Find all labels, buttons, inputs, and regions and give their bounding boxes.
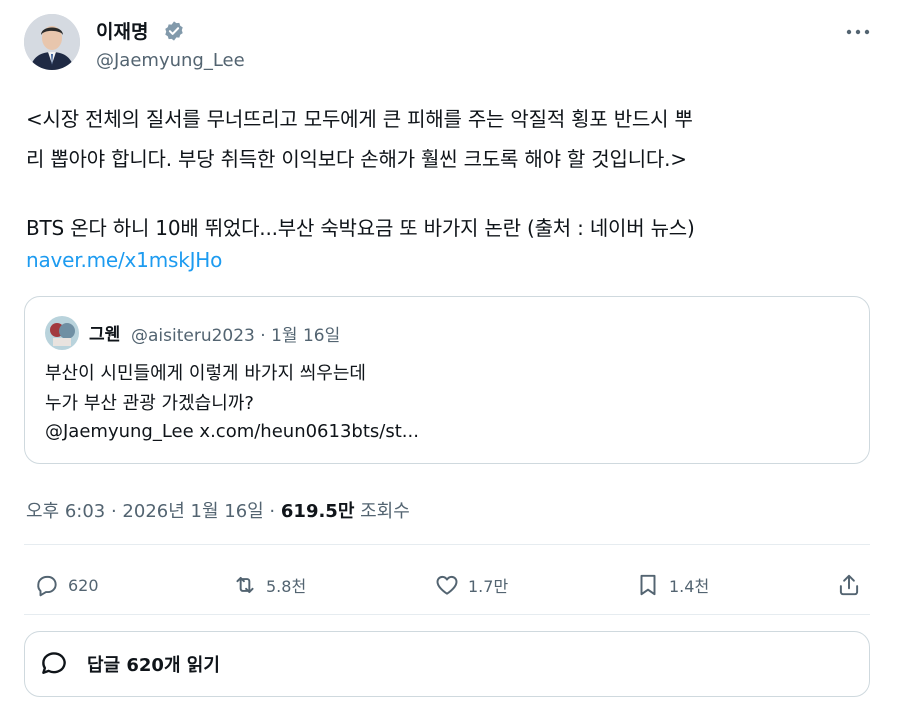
bookmark-count: 1.4천 [669,577,710,596]
divider [24,614,870,615]
like-icon [436,575,458,595]
reply-icon [37,575,57,597]
tweet-timestamp[interactable]: 오후 6:03 · 2026년 1월 16일 · [26,501,281,522]
view-count-label: 조회수 [354,501,410,522]
author-handle[interactable]: @Jaemyung_Lee [96,50,245,71]
quoted-author-name[interactable]: 그웬 [89,320,120,345]
read-replies-label: 답글 620개 읽기 [87,655,220,676]
author-name[interactable]: 이재명 [96,17,148,44]
bookmark-icon [640,574,656,596]
tweet-text-line: BTS 온다 하니 10배 뛰었다...부산 숙박요금 또 바가지 논란 (출처… [26,216,695,240]
speech-bubble-icon [42,652,66,674]
author-avatar[interactable] [24,14,80,70]
retweet-action[interactable]: 5.8천 [232,568,306,602]
share-icon [839,574,859,596]
tweet-link[interactable]: naver.me/x1mskJHo [26,248,222,272]
quoted-text-line: 누가 부산 관광 가겠습니까? [45,393,254,414]
verified-badge-icon [165,21,183,41]
quoted-author-avatar[interactable] [45,316,79,350]
retweet-count: 5.8천 [266,577,307,596]
tweet-text-line: <시장 전체의 질서를 무너뜨리고 모두에게 큰 피해를 주는 악질적 횡포 반… [26,107,693,131]
retweet-icon [236,576,254,594]
reply-count: 620 [68,575,99,595]
divider [24,544,870,545]
quoted-tweet-card[interactable]: 그웬 @aisiteru2023 · 1월 16일 부산이 시민들에게 이렇게 … [24,296,870,464]
share-action[interactable] [836,568,862,602]
tweet-text-line: 리 뽑아야 합니다. 부당 취득한 이익보다 손해가 훨씬 크도록 해야 할 것… [26,147,687,171]
tweet-meta: 오후 6:03 · 2026년 1월 16일 · 619.5만 조회수 [26,497,410,523]
read-replies-button[interactable]: 답글 620개 읽기 [24,631,870,697]
like-action[interactable]: 1.7만 [434,568,508,602]
quoted-text-line: 부산이 시민들에게 이렇게 바가지 씌우는데 [45,363,366,384]
reply-action[interactable]: 620 [34,568,99,602]
bookmark-action[interactable]: 1.4천 [635,568,709,602]
quoted-text-line: @Jaemyung_Lee x.com/heun0613bts/st... [45,421,419,442]
more-icon[interactable] [840,21,876,43]
view-count: 619.5만 [280,501,355,522]
like-count: 1.7만 [468,577,509,596]
quoted-author-meta[interactable]: @aisiteru2023 · 1월 16일 [131,321,340,346]
